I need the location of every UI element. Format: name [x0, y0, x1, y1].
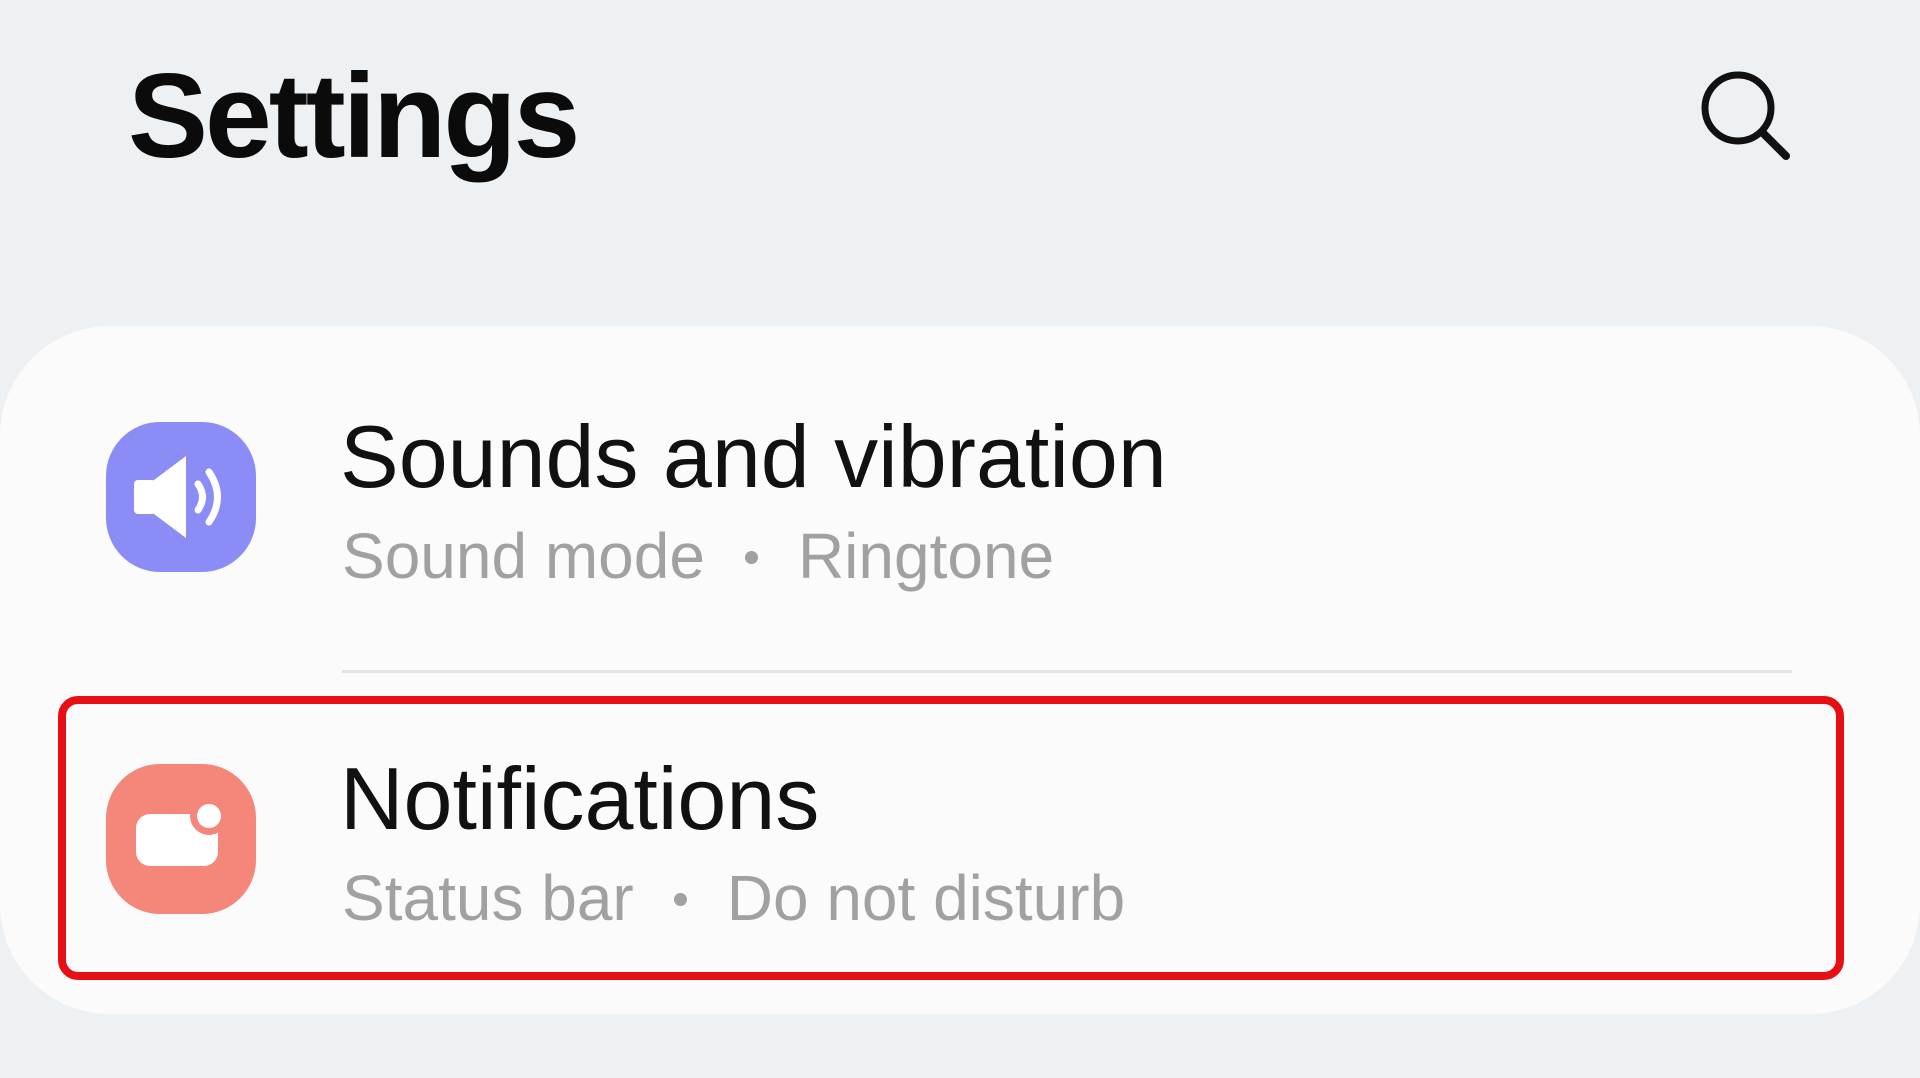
page-title: Settings	[128, 49, 580, 183]
separator-dot	[744, 550, 758, 564]
settings-item-subtitle: Sound mode Ringtone	[342, 524, 1054, 588]
subtitle-part: Sound mode	[342, 520, 705, 592]
search-icon	[1701, 71, 1790, 160]
notification-icon	[106, 764, 256, 914]
settings-item-sounds-and-vibration[interactable]: Sounds and vibration Sound mode Ringtone	[0, 326, 1920, 626]
subtitle-part: Status bar	[342, 862, 634, 934]
settings-item-notifications[interactable]: Notifications Status bar Do not disturb	[0, 670, 1920, 970]
settings-card: Sounds and vibration Sound mode Ringtone …	[0, 326, 1920, 1014]
speaker-icon	[106, 422, 256, 572]
search-button[interactable]	[1690, 62, 1800, 172]
subtitle-part: Ringtone	[797, 520, 1055, 592]
subtitle-part: Do not disturb	[726, 862, 1126, 934]
settings-item-title: Notifications	[340, 749, 820, 848]
settings-item-subtitle: Status bar Do not disturb	[342, 866, 1125, 930]
settings-item-title: Sounds and vibration	[340, 407, 1167, 506]
separator-dot	[673, 892, 687, 906]
